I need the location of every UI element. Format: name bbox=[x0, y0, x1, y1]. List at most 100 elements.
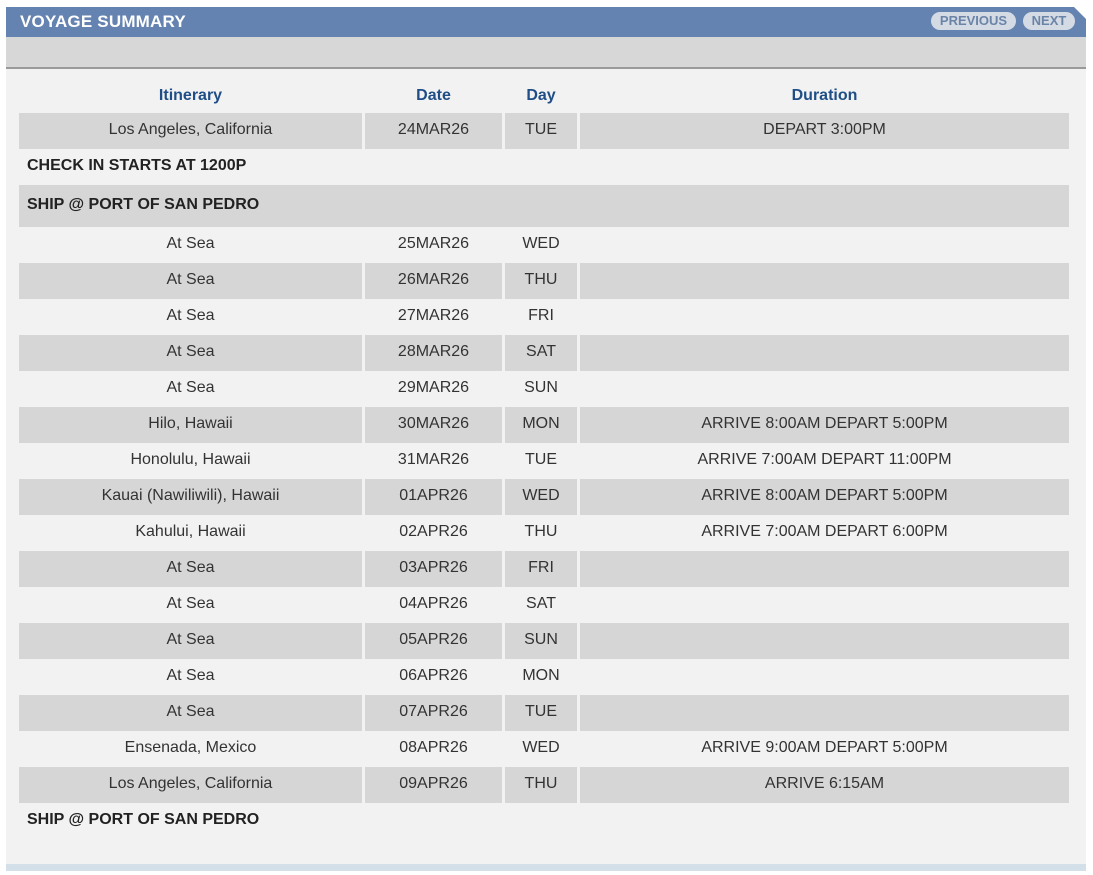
cell-day: SUN bbox=[524, 379, 558, 396]
itinerary-row: At Sea 25MAR26 WED bbox=[19, 227, 1069, 263]
next-button[interactable]: NEXT bbox=[1023, 12, 1075, 30]
table-header-row: Itinerary Date Day Duration bbox=[19, 79, 1069, 113]
cell-itinerary: At Sea bbox=[19, 551, 362, 587]
cell-date: 09APR26 bbox=[365, 767, 502, 803]
panel-bottom-bar bbox=[6, 864, 1086, 871]
cell-duration bbox=[580, 227, 1069, 263]
cell-duration bbox=[580, 371, 1069, 407]
column-header-itinerary: Itinerary bbox=[158, 87, 223, 104]
itinerary-row: At Sea 05APR26 SUN bbox=[19, 623, 1069, 659]
cell-date: 05APR26 bbox=[365, 623, 502, 659]
cell-itinerary: Los Angeles, California bbox=[19, 113, 362, 149]
itinerary-row: At Sea 28MAR26 SAT bbox=[19, 335, 1069, 371]
cell-day: SAT bbox=[505, 335, 577, 371]
cell-duration: ARRIVE 6:15AM bbox=[580, 767, 1069, 803]
cell-itinerary: At Sea bbox=[166, 235, 215, 252]
cell-day: SUN bbox=[505, 623, 577, 659]
cell-itinerary: At Sea bbox=[166, 667, 215, 684]
itinerary-row: At Sea 27MAR26 FRI bbox=[19, 299, 1069, 335]
titlebar-corner bbox=[1074, 7, 1086, 19]
cell-date: 04APR26 bbox=[399, 595, 468, 612]
cell-itinerary: At Sea bbox=[19, 623, 362, 659]
cell-itinerary: At Sea bbox=[19, 695, 362, 731]
itinerary-row: Hilo, Hawaii 30MAR26 MON ARRIVE 8:00AM DEPA… bbox=[19, 407, 1069, 443]
itinerary-row: Los Angeles, California 09APR26 THU ARRIVE … bbox=[19, 767, 1069, 803]
cell-duration bbox=[580, 263, 1069, 299]
itinerary-row: At Sea 26MAR26 THU bbox=[19, 263, 1069, 299]
cell-day: TUE bbox=[505, 695, 577, 731]
cell-date: 24MAR26 bbox=[365, 113, 502, 149]
cell-date: 06APR26 bbox=[399, 667, 468, 684]
cell-date: 03APR26 bbox=[365, 551, 502, 587]
cell-duration bbox=[580, 335, 1069, 371]
cell-itinerary: Kahului, Hawaii bbox=[135, 523, 246, 540]
previous-button[interactable]: PREVIOUS bbox=[931, 12, 1016, 30]
itinerary-row: At Sea 29MAR26 SUN bbox=[19, 371, 1069, 407]
cell-day: TUE bbox=[525, 451, 557, 468]
cell-itinerary: At Sea bbox=[19, 263, 362, 299]
note-text: CHECK IN STARTS AT 1200P bbox=[27, 157, 247, 174]
cell-date: 31MAR26 bbox=[397, 451, 470, 468]
note-text: SHIP @ PORT OF SAN PEDRO bbox=[19, 185, 1069, 227]
cell-duration bbox=[580, 299, 1069, 335]
note-row: CHECK IN STARTS AT 1200P bbox=[19, 149, 1069, 185]
itinerary-row: At Sea 03APR26 FRI bbox=[19, 551, 1069, 587]
column-header-duration: Duration bbox=[791, 87, 858, 104]
column-header-date: Date bbox=[416, 87, 451, 104]
voyage-summary-panel: VOYAGE SUMMARY PREVIOUS NEXT Itinerary D… bbox=[6, 7, 1086, 871]
panel-title: VOYAGE SUMMARY bbox=[20, 12, 186, 31]
cell-day: WED bbox=[522, 739, 560, 756]
cell-day: FRI bbox=[528, 307, 554, 324]
cell-day: MON bbox=[522, 667, 560, 684]
cell-day: TUE bbox=[505, 113, 577, 149]
note-row: SHIP @ PORT OF SAN PEDRO bbox=[19, 803, 1069, 839]
cell-day: THU bbox=[524, 523, 558, 540]
cell-itinerary: Ensenada, Mexico bbox=[124, 739, 257, 756]
cell-day: WED bbox=[505, 479, 577, 515]
cell-itinerary: At Sea bbox=[166, 595, 215, 612]
panel-subbar bbox=[6, 37, 1086, 69]
cell-itinerary: Los Angeles, California bbox=[19, 767, 362, 803]
note-text: SHIP @ PORT OF SAN PEDRO bbox=[27, 811, 260, 828]
cell-date: 25MAR26 bbox=[397, 235, 470, 252]
column-header-day: Day bbox=[526, 87, 556, 104]
cell-itinerary: Kauai (Nawiliwili), Hawaii bbox=[19, 479, 362, 515]
voyage-table-body: Los Angeles, California 24MAR26 TUE DEPART … bbox=[19, 113, 1069, 839]
cell-duration: ARRIVE 9:00AM DEPART 5:00PM bbox=[701, 739, 948, 756]
itinerary-row: Ensenada, Mexico 08APR26 WED ARRIVE 9:00AM … bbox=[19, 731, 1069, 767]
cell-duration bbox=[580, 695, 1069, 731]
cell-date: 30MAR26 bbox=[365, 407, 502, 443]
itinerary-row: At Sea 07APR26 TUE bbox=[19, 695, 1069, 731]
cell-date: 27MAR26 bbox=[397, 307, 470, 324]
itinerary-row: Los Angeles, California 24MAR26 TUE DEPART … bbox=[19, 113, 1069, 149]
cell-date: 08APR26 bbox=[399, 739, 468, 756]
itinerary-row: Honolulu, Hawaii 31MAR26 TUE ARRIVE 7:00AM … bbox=[19, 443, 1069, 479]
itinerary-row: At Sea 06APR26 MON bbox=[19, 659, 1069, 695]
itinerary-row: At Sea 04APR26 SAT bbox=[19, 587, 1069, 623]
cell-day: THU bbox=[505, 767, 577, 803]
cell-day: THU bbox=[505, 263, 577, 299]
cell-duration: ARRIVE 7:00AM DEPART 11:00PM bbox=[697, 451, 952, 468]
cell-duration: DEPART 3:00PM bbox=[580, 113, 1069, 149]
cell-itinerary: At Sea bbox=[19, 335, 362, 371]
cell-date: 01APR26 bbox=[365, 479, 502, 515]
cell-date: 07APR26 bbox=[365, 695, 502, 731]
cell-day: MON bbox=[505, 407, 577, 443]
cell-day: SAT bbox=[526, 595, 556, 612]
cell-date: 02APR26 bbox=[399, 523, 468, 540]
cell-duration: ARRIVE 7:00AM DEPART 6:00PM bbox=[701, 523, 948, 540]
note-row: SHIP @ PORT OF SAN PEDRO bbox=[19, 185, 1069, 227]
cell-date: 26MAR26 bbox=[365, 263, 502, 299]
cell-itinerary: At Sea bbox=[166, 307, 215, 324]
cell-duration: ARRIVE 8:00AM DEPART 5:00PM bbox=[580, 479, 1069, 515]
cell-day: WED bbox=[522, 235, 560, 252]
cell-date: 28MAR26 bbox=[365, 335, 502, 371]
cell-duration bbox=[580, 659, 1069, 695]
cell-date: 29MAR26 bbox=[397, 379, 470, 396]
cell-day: FRI bbox=[505, 551, 577, 587]
panel-titlebar: VOYAGE SUMMARY PREVIOUS NEXT bbox=[6, 7, 1086, 37]
cell-itinerary: At Sea bbox=[166, 379, 215, 396]
voyage-table: Itinerary Date Day Duration Los Angeles,… bbox=[16, 79, 1072, 839]
itinerary-row: Kahului, Hawaii 02APR26 THU ARRIVE 7:00AM D… bbox=[19, 515, 1069, 551]
cell-itinerary: Honolulu, Hawaii bbox=[130, 451, 251, 468]
